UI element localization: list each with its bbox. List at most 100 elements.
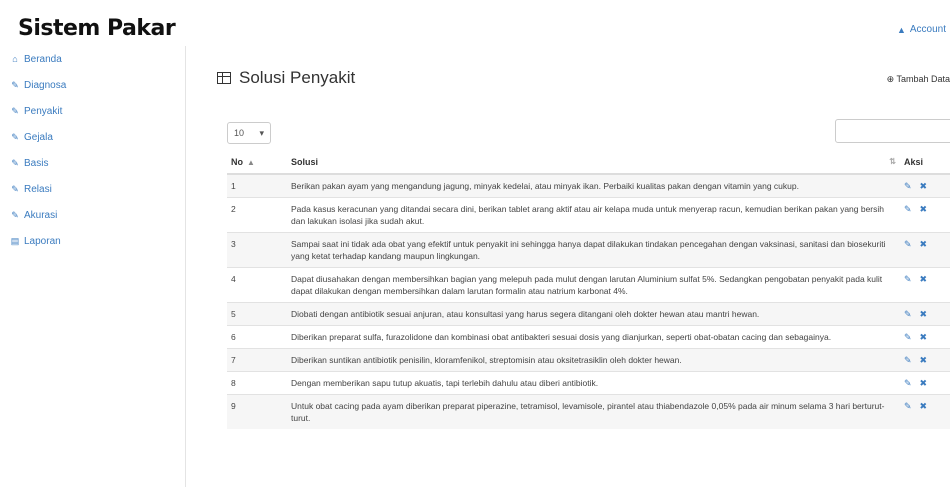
table-row: 6 Diberikan preparat sulfa, furazolidone… <box>227 325 950 349</box>
edit-icon[interactable]: ✎ <box>904 354 912 366</box>
sort-icon: ▲ <box>247 157 255 167</box>
cell-no: 2 <box>227 197 287 233</box>
sidebar-item-label: Beranda <box>24 53 62 65</box>
delete-icon[interactable]: ✖ <box>920 354 928 366</box>
sidebar-item-label: Laporan <box>24 235 61 247</box>
account-menu[interactable]: ▲ Account <box>897 24 946 35</box>
column-header-no[interactable]: No ▲ <box>227 150 287 175</box>
column-header-solusi-label: Solusi <box>291 156 319 167</box>
entries-length-select[interactable]: 10 ▾ <box>227 122 271 144</box>
chevron-down-icon: ▾ <box>259 127 264 138</box>
table-row: 8 Dengan memberikan sapu tutup akuatis, … <box>227 371 950 395</box>
penyakit-icon: ✎ <box>11 105 19 116</box>
cell-aksi: ✎ ✖ <box>900 267 950 303</box>
sidebar-item-diagnosa[interactable]: ✎ Diagnosa <box>0 72 185 98</box>
gejala-icon: ✎ <box>11 131 19 142</box>
table-row: 5 Diobati dengan antibiotik sesuai anjur… <box>227 302 950 326</box>
delete-icon[interactable]: ✖ <box>920 273 928 285</box>
edit-icon[interactable]: ✎ <box>904 180 912 192</box>
cell-no: 7 <box>227 348 287 372</box>
sidebar-item-basis[interactable]: ✎ Basis <box>0 150 185 176</box>
cell-aksi: ✎ ✖ <box>900 371 950 395</box>
sidebar: ⌂ Beranda ✎ Diagnosa ✎ Penyakit ✎ Gejala… <box>0 46 186 487</box>
table-row: 9 Untuk obat cacing pada ayam diberikan … <box>227 394 950 429</box>
app-title[interactable]: Sistem Pakar <box>18 16 176 41</box>
column-header-aksi-label: Aksi <box>904 156 924 167</box>
sidebar-item-beranda[interactable]: ⌂ Beranda <box>0 46 185 72</box>
main-content: Solusi Penyakit ⊕ Tambah Data 10 ▾ No ▲ S… <box>187 46 950 487</box>
cell-aksi: ✎ ✖ <box>900 394 950 429</box>
sidebar-item-relasi[interactable]: ✎ Relasi <box>0 176 185 202</box>
delete-icon[interactable]: ✖ <box>920 238 928 250</box>
search-input[interactable] <box>835 119 950 143</box>
account-label: Account <box>909 24 946 35</box>
table-row: 7 Diberikan suntikan antibiotik penisili… <box>227 348 950 372</box>
column-header-aksi: Aksi <box>900 150 950 175</box>
cell-solusi: Untuk obat cacing pada ayam diberikan pr… <box>287 394 900 429</box>
cell-aksi: ✎ ✖ <box>900 348 950 372</box>
home-icon: ⌂ <box>12 54 18 64</box>
sidebar-item-label: Relasi <box>24 183 52 195</box>
cell-solusi: Dengan memberikan sapu tutup akuatis, ta… <box>287 371 900 395</box>
delete-icon[interactable]: ✖ <box>920 400 928 412</box>
column-header-solusi[interactable]: Solusi ⇅ <box>287 150 900 175</box>
sort-icon: ⇅ <box>889 156 896 166</box>
sidebar-item-penyakit[interactable]: ✎ Penyakit <box>0 98 185 124</box>
table-row: 1 Berikan pakan ayam yang mengandung jag… <box>227 173 950 198</box>
sidebar-item-akurasi[interactable]: ✎ Akurasi <box>0 202 185 228</box>
sidebar-item-laporan[interactable]: ▤ Laporan <box>0 228 185 254</box>
edit-icon[interactable]: ✎ <box>904 400 912 412</box>
delete-icon[interactable]: ✖ <box>920 377 928 389</box>
column-header-no-label: No <box>231 156 243 167</box>
delete-icon[interactable]: ✖ <box>920 331 928 343</box>
solusi-table: No ▲ Solusi ⇅ Aksi 1 Berikan pakan ayam ya… <box>227 150 950 429</box>
cell-aksi: ✎ ✖ <box>900 232 950 268</box>
cell-no: 8 <box>227 371 287 395</box>
cell-no: 3 <box>227 232 287 268</box>
edit-icon[interactable]: ✎ <box>904 238 912 250</box>
diagnosa-icon: ✎ <box>11 79 19 90</box>
cell-no: 6 <box>227 325 287 349</box>
table-icon <box>217 72 231 84</box>
cell-no: 5 <box>227 302 287 326</box>
page-title: Solusi Penyakit <box>217 68 355 88</box>
sidebar-item-label: Diagnosa <box>24 79 67 91</box>
delete-icon[interactable]: ✖ <box>920 180 928 192</box>
plus-icon: ⊕ <box>886 74 897 84</box>
edit-icon[interactable]: ✎ <box>904 377 912 389</box>
cell-aksi: ✎ ✖ <box>900 325 950 349</box>
cell-aksi: ✎ ✖ <box>900 173 950 198</box>
sidebar-item-gejala[interactable]: ✎ Gejala <box>0 124 185 150</box>
table-header-row: No ▲ Solusi ⇅ Aksi <box>227 150 950 175</box>
relasi-icon: ✎ <box>11 183 19 194</box>
cell-aksi: ✎ ✖ <box>900 302 950 326</box>
cell-solusi: Berikan pakan ayam yang mengandung jagun… <box>287 173 900 198</box>
entries-length-value: 10 <box>234 128 245 138</box>
table-row: 4 Dapat diusahakan dengan membersihkan b… <box>227 267 950 303</box>
cell-no: 1 <box>227 173 287 198</box>
edit-icon[interactable]: ✎ <box>904 331 912 343</box>
sidebar-item-label: Gejala <box>24 131 53 143</box>
cell-solusi: Diberikan preparat sulfa, furazolidone d… <box>287 325 900 349</box>
cell-solusi: Diberikan suntikan antibiotik penisilin,… <box>287 348 900 372</box>
cell-solusi: Dapat diusahakan dengan membersihkan bag… <box>287 267 900 303</box>
delete-icon[interactable]: ✖ <box>920 308 928 320</box>
cell-solusi: Diobati dengan antibiotik sesuai anjuran… <box>287 302 900 326</box>
add-data-button[interactable]: ⊕ Tambah Data <box>887 74 950 85</box>
sidebar-item-label: Akurasi <box>24 209 58 221</box>
cell-solusi: Pada kasus keracunan yang ditandai secar… <box>287 197 900 233</box>
table-row: 2 Pada kasus keracunan yang ditandai sec… <box>227 197 950 233</box>
edit-icon[interactable]: ✎ <box>904 273 912 285</box>
basis-icon: ✎ <box>11 157 19 168</box>
cell-aksi: ✎ ✖ <box>900 197 950 233</box>
akurasi-icon: ✎ <box>11 209 19 220</box>
add-data-label: Tambah Data <box>896 74 950 84</box>
cell-no: 4 <box>227 267 287 303</box>
table-row: 3 Sampai saat ini tidak ada obat yang ef… <box>227 232 950 268</box>
delete-icon[interactable]: ✖ <box>920 203 928 215</box>
cell-solusi: Sampai saat ini tidak ada obat yang efek… <box>287 232 900 268</box>
laporan-icon: ▤ <box>10 235 20 246</box>
edit-icon[interactable]: ✎ <box>904 308 912 320</box>
edit-icon[interactable]: ✎ <box>904 203 912 215</box>
user-icon: ▲ <box>896 24 906 35</box>
